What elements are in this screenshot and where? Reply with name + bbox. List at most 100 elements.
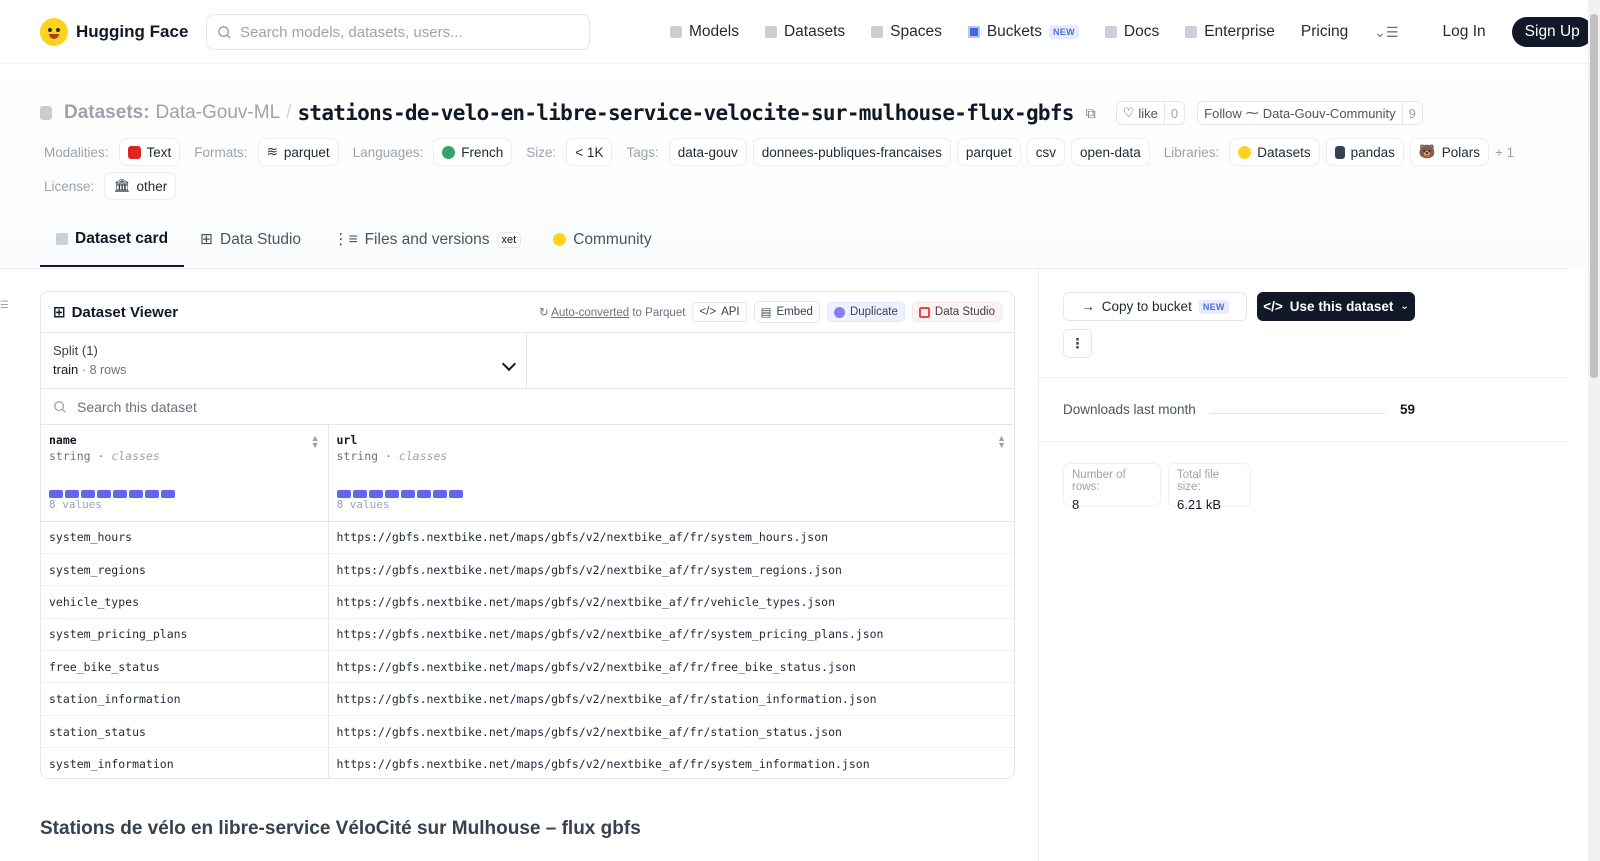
table-row[interactable]: free_bike_status https://gbfs.nextbike.ne… <box>41 650 1014 683</box>
split-selector[interactable]: Split (1) train · 8 rows <box>41 333 527 388</box>
cell-name[interactable]: system_regions <box>41 552 329 586</box>
signup-button[interactable]: Sign Up <box>1511 17 1593 47</box>
follow-button[interactable]: Follow ⁓ Data-Gouv-Community 9 <box>1197 101 1423 125</box>
tab-files[interactable]: ⋮≡ Files and versions xet <box>317 212 537 267</box>
brand[interactable]: Hugging Face <box>40 17 188 46</box>
cell-url[interactable]: https://gbfs.nextbike.net/maps/gbfs/v2/n… <box>328 552 1014 586</box>
auto-converted-link[interactable]: Auto-converted <box>551 307 629 319</box>
global-search[interactable] <box>206 14 590 50</box>
nav-pricing[interactable]: Pricing <box>1301 23 1348 41</box>
tab-data-studio[interactable]: ⊞ Data Studio <box>184 212 317 267</box>
sort-icon[interactable]: ▲ ▼ <box>997 434 1006 450</box>
cell-url[interactable]: https://gbfs.nextbike.net/maps/gbfs/v2/n… <box>328 617 1014 651</box>
new-badge: NEW <box>1048 25 1079 39</box>
table-row[interactable]: system_hours https://gbfs.nextbike.net/ma… <box>41 520 1014 554</box>
tag-chip[interactable]: csv <box>1026 138 1065 166</box>
hugging-face-logo-icon <box>40 17 68 46</box>
copy-to-bucket-button[interactable]: → Copy to bucket NEW <box>1063 292 1247 321</box>
cell-name[interactable]: system_pricing_plans <box>41 617 329 651</box>
auto-converted-note: ↻ Auto-converted to Parquet <box>538 307 686 319</box>
language-tag[interactable]: French <box>433 138 513 166</box>
tag-chip[interactable]: parquet <box>956 138 1021 166</box>
nav-buckets[interactable]: Buckets NEW <box>967 23 1079 41</box>
dataset-search[interactable] <box>41 389 1014 425</box>
cell-url[interactable]: https://gbfs.nextbike.net/maps/gbfs/v2/n… <box>328 520 1014 554</box>
dataset-card-icon <box>56 232 68 245</box>
library-polars[interactable]: 🐻 Polars <box>1409 138 1489 166</box>
cell-url[interactable]: https://gbfs.nextbike.net/maps/gbfs/v2/n… <box>328 747 1014 778</box>
dataset-title-row: Datasets: Data-Gouv-ML / stations-de-vel… <box>40 101 1423 125</box>
downloads-value: 59 <box>1399 402 1415 417</box>
cell-name[interactable]: vehicle_types <box>41 585 329 619</box>
tag-chip[interactable]: open-data <box>1070 138 1150 166</box>
like-button[interactable]: ♡ like 0 <box>1115 101 1186 125</box>
cell-name[interactable]: system_information <box>41 747 329 778</box>
table-row[interactable]: system_pricing_plans https://gbfs.nextbik… <box>41 617 1014 651</box>
use-this-dataset-button[interactable]: </> Use this dataset ⌄ <box>1257 292 1415 321</box>
globe-icon <box>442 145 456 159</box>
embed-button[interactable]: ▤ Embed <box>753 301 820 323</box>
polars-icon: 🐻 <box>1418 144 1436 159</box>
more-options-button[interactable]: ⋮ <box>1063 329 1092 358</box>
column-header-url[interactable]: url string · classes 8 values ▲ ▼ <box>328 425 1014 522</box>
like-count: 0 <box>1163 102 1184 124</box>
table-row[interactable]: station_information https://gbfs.nextbike… <box>41 682 1014 716</box>
value-distribution[interactable] <box>49 490 320 498</box>
nav-spaces[interactable]: Spaces <box>871 23 942 41</box>
copy-icon[interactable]: ⧉ <box>1086 105 1096 122</box>
tag-chip[interactable]: donnees-publiques-francaises <box>752 138 951 166</box>
nav-enterprise[interactable]: Enterprise <box>1185 23 1275 41</box>
api-button[interactable]: </> API <box>692 302 747 322</box>
cell-url[interactable]: https://gbfs.nextbike.net/maps/gbfs/v2/n… <box>328 714 1014 748</box>
search-icon <box>54 400 66 413</box>
owner-link[interactable]: Data-Gouv-ML <box>156 102 281 124</box>
nav-models[interactable]: Models <box>670 23 739 41</box>
table-row[interactable]: station_status https://gbfs.nextbike.net/… <box>41 714 1014 748</box>
repo-name[interactable]: stations-de-velo-en-libre-service-veloci… <box>297 101 1074 125</box>
cell-url[interactable]: https://gbfs.nextbike.net/maps/gbfs/v2/n… <box>328 650 1014 683</box>
chevron-down-icon: ⌄ <box>1400 301 1409 312</box>
parquet-icon: ≋ <box>266 144 278 159</box>
login-link[interactable]: Log In <box>1443 23 1486 41</box>
value-distribution[interactable] <box>336 490 1007 498</box>
cell-name[interactable]: station_information <box>41 682 329 716</box>
more-menu-icon[interactable]: ⌄☰ <box>1374 24 1398 41</box>
scrollbar-thumb[interactable] <box>1590 14 1598 378</box>
cell-url[interactable]: https://gbfs.nextbike.net/maps/gbfs/v2/n… <box>328 585 1014 619</box>
modality-tag[interactable]: Text <box>118 138 181 166</box>
nav-docs[interactable]: Docs <box>1104 23 1159 41</box>
code-icon: </> <box>699 306 717 318</box>
enterprise-icon <box>1185 26 1198 38</box>
table-row[interactable]: vehicle_types https://gbfs.nextbike.net/m… <box>41 585 1014 619</box>
nav-datasets[interactable]: Datasets <box>764 23 845 41</box>
hugging-face-icon <box>1238 145 1252 159</box>
cell-url[interactable]: https://gbfs.nextbike.net/maps/gbfs/v2/n… <box>328 682 1014 716</box>
cell-name[interactable]: free_bike_status <box>41 650 329 683</box>
tab-dataset-card[interactable]: Dataset card <box>40 212 185 267</box>
column-divider <box>1038 268 1039 861</box>
refresh-icon: ↻ <box>538 307 549 319</box>
cell-name[interactable]: system_hours <box>41 520 329 554</box>
tab-community[interactable]: Community <box>537 212 667 267</box>
size-tag[interactable]: < 1K <box>566 138 613 166</box>
page-scrollbar[interactable] <box>1588 0 1600 861</box>
table-row[interactable]: system_regions https://gbfs.nextbike.net/… <box>41 552 1014 586</box>
table-icon: ⊞ <box>53 304 66 321</box>
cell-name[interactable]: station_status <box>41 714 329 748</box>
library-datasets[interactable]: Datasets <box>1229 138 1320 166</box>
sidebar-toggle-icon[interactable]: ☰ <box>0 300 9 311</box>
sidebar-divider <box>1039 441 1568 442</box>
global-search-input[interactable] <box>240 23 570 41</box>
license-tag[interactable]: 🏛 other <box>104 172 177 200</box>
library-pandas[interactable]: pandas <box>1325 138 1404 166</box>
libraries-more[interactable]: + 1 <box>1495 145 1514 160</box>
column-header-name[interactable]: name string · classes 8 values ▲ ▼ <box>41 425 329 522</box>
table-row[interactable]: system_information https://gbfs.nextbike.… <box>41 747 1014 778</box>
duplicate-button[interactable]: Duplicate <box>826 302 905 322</box>
dataset-search-input[interactable] <box>77 398 577 415</box>
data-studio-button[interactable]: Data Studio <box>911 302 1002 322</box>
tag-chip[interactable]: data-gouv <box>668 138 747 166</box>
format-tag[interactable]: ≋ parquet <box>257 138 339 166</box>
sort-icon[interactable]: ▲ ▼ <box>311 434 320 450</box>
dataset-viewer: ⊞ Dataset Viewer ↻ Auto-converted to Parq… <box>40 291 1015 779</box>
